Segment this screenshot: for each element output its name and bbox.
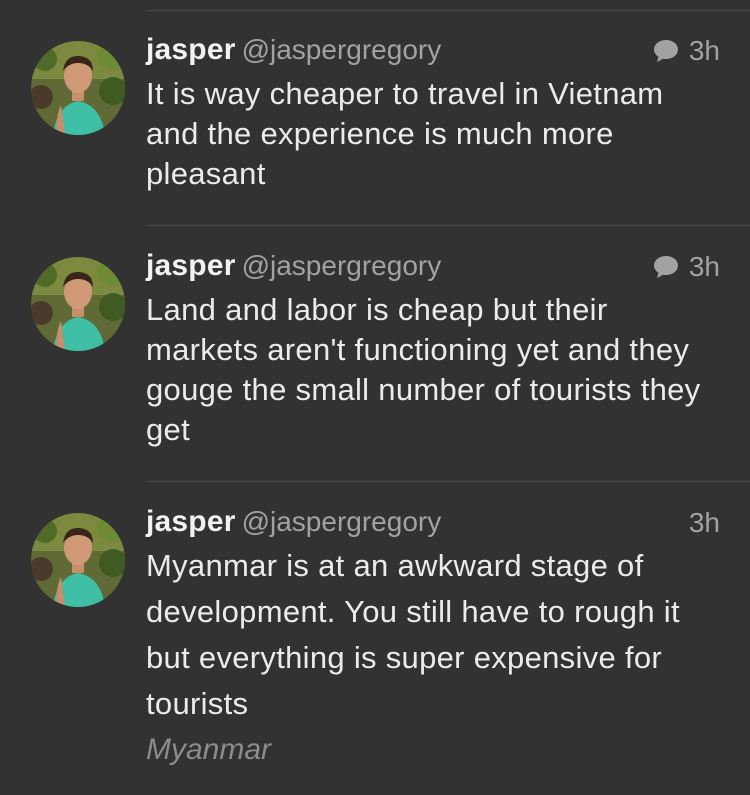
divider [146, 225, 750, 226]
author-handle[interactable]: @jaspergregory [242, 34, 442, 65]
speech-bubble-icon [653, 39, 679, 63]
tweet-meta: 3h [653, 251, 720, 283]
avatar[interactable] [31, 257, 125, 351]
timestamp: 3h [688, 507, 720, 538]
author-name[interactable]: jasper [146, 505, 236, 538]
tweet-header: jasper @jaspergregory 3h [146, 249, 720, 289]
author-handle[interactable]: @jaspergregory [242, 506, 442, 537]
tweet-meta: 3h [689, 507, 720, 539]
speech-bubble-icon [653, 255, 679, 279]
tweet-timeline: jasper @jaspergregory 3h It is way cheape… [0, 0, 750, 795]
avatar[interactable] [31, 41, 125, 135]
timestamp: 3h [688, 35, 720, 66]
author-name[interactable]: jasper [146, 249, 236, 282]
tweet-header: jasper @jaspergregory 3h [146, 505, 720, 545]
tweet-header: jasper @jaspergregory 3h [146, 33, 720, 73]
tweet-text: Myanmar is at an awkward stage of develo… [146, 548, 680, 721]
tweet-meta: 3h [653, 35, 720, 67]
tweet-location[interactable]: Myanmar [146, 733, 271, 767]
avatar[interactable] [31, 513, 125, 607]
tweet-text: Land and labor is cheap but their market… [146, 292, 701, 447]
divider [146, 10, 750, 11]
tweet-text: It is way cheaper to travel in Vietnam a… [146, 76, 664, 191]
divider [146, 481, 750, 482]
author-name[interactable]: jasper [146, 33, 236, 66]
author-handle[interactable]: @jaspergregory [242, 250, 442, 281]
timestamp: 3h [688, 251, 720, 282]
